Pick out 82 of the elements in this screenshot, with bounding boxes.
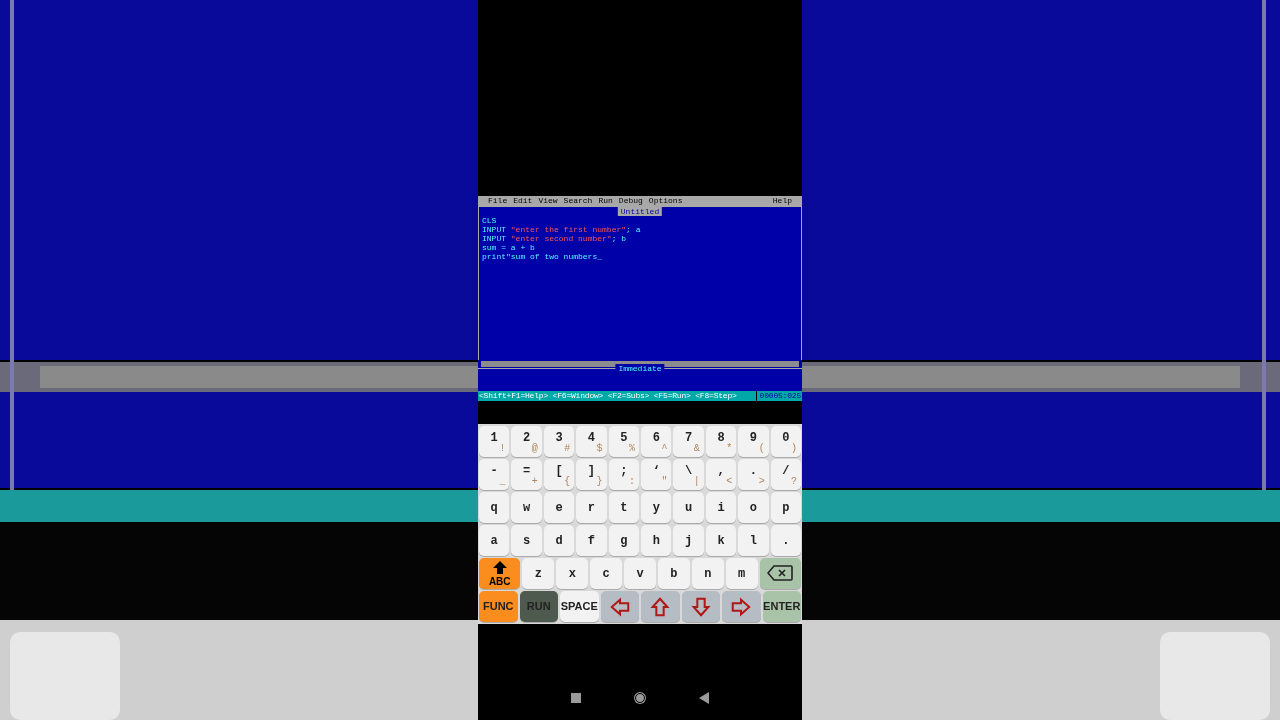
menu-item[interactable]: Search (563, 196, 593, 206)
menu-item[interactable]: Debug (618, 196, 643, 206)
arrow-key[interactable] (641, 591, 680, 622)
key[interactable]: v (624, 558, 656, 589)
key[interactable]: b (657, 558, 690, 589)
key[interactable]: p (770, 492, 802, 523)
key[interactable]: g (608, 525, 640, 556)
key[interactable]: w (511, 492, 542, 523)
key[interactable]: 2 @ (511, 426, 542, 457)
window-title: Untitled (617, 207, 663, 216)
arrow-up-icon (492, 560, 507, 574)
arrow-right-icon (730, 595, 753, 618)
arrow-key[interactable] (600, 591, 639, 622)
key[interactable]: 0 ) (770, 426, 802, 457)
backspace-icon (767, 565, 794, 582)
arrow-down-icon (689, 595, 712, 618)
key[interactable]: ‘ " (641, 459, 672, 490)
cursor-position: 00005:025 (755, 391, 801, 401)
arrow-left-icon (608, 595, 631, 618)
arrow-up-icon (649, 595, 672, 618)
space-key[interactable]: SPACE (560, 591, 599, 622)
key[interactable]: 4 $ (576, 426, 607, 457)
code-line: CLS (482, 216, 497, 225)
code-line: sum = a + b (482, 243, 535, 252)
help-menu[interactable]: Help (772, 196, 792, 206)
key[interactable]: - _ (479, 459, 510, 490)
key[interactable]: q (479, 492, 510, 523)
shift-key[interactable]: ABC (479, 558, 521, 589)
key[interactable]: , < (705, 459, 737, 490)
menu-item[interactable]: File (488, 196, 508, 206)
key[interactable]: ; : (608, 459, 640, 490)
key[interactable]: a (479, 525, 510, 556)
key[interactable]: h (641, 525, 672, 556)
menu-item[interactable]: Options (648, 196, 683, 206)
key[interactable]: 1 ! (479, 426, 510, 457)
key[interactable]: [ { (543, 459, 575, 490)
key[interactable]: j (673, 525, 704, 556)
key[interactable]: . (770, 525, 802, 556)
menu-item[interactable]: View (538, 196, 558, 206)
key[interactable]: l (738, 525, 769, 556)
arrow-key[interactable] (681, 591, 720, 622)
func-key[interactable]: FUNC (479, 591, 518, 622)
key[interactable]: ] } (576, 459, 607, 490)
back-icon[interactable] (699, 692, 709, 704)
key[interactable]: 8 * (705, 426, 737, 457)
key[interactable]: 3 # (543, 426, 575, 457)
key[interactable]: m (725, 558, 758, 589)
code-line: print"sum of two numbers_ (482, 252, 603, 261)
key[interactable]: 9 ( (738, 426, 769, 457)
key[interactable]: d (543, 525, 575, 556)
key[interactable]: i (705, 492, 737, 523)
key[interactable]: o (738, 492, 769, 523)
key[interactable]: x (556, 558, 589, 589)
key[interactable]: 5 % (608, 426, 640, 457)
shortcut-hints: <Shift+F1=Help> <F6=Window> <F2=Subs> <F5=Run> <F8=Step> (479, 391, 737, 401)
enter-key[interactable]: ENTER (762, 591, 801, 622)
key[interactable]: / ? (770, 459, 802, 490)
backspace-key[interactable] (759, 558, 801, 589)
key[interactable]: 6 ^ (641, 426, 672, 457)
home-icon[interactable] (633, 691, 647, 705)
key[interactable]: c (590, 558, 623, 589)
arrow-key[interactable] (722, 591, 761, 622)
menu-item[interactable]: Edit (513, 196, 533, 206)
scrollbar[interactable] (481, 361, 799, 367)
code-line: INPUT "enter second number"; b (482, 234, 627, 243)
key[interactable]: t (608, 492, 640, 523)
key[interactable]: z (522, 558, 555, 589)
key[interactable]: y (641, 492, 672, 523)
key[interactable]: n (691, 558, 724, 589)
key[interactable]: 7 & (673, 426, 704, 457)
pane-title: Immediate (615, 364, 665, 373)
key[interactable]: k (705, 525, 737, 556)
menu-item[interactable]: Run (598, 196, 613, 206)
code-line: INPUT "enter the first number"; a (482, 225, 641, 234)
key[interactable]: u (673, 492, 704, 523)
key[interactable]: \ | (673, 459, 704, 490)
key[interactable]: e (543, 492, 575, 523)
key[interactable]: f (576, 525, 607, 556)
key[interactable]: = + (511, 459, 542, 490)
key[interactable]: s (511, 525, 542, 556)
key[interactable]: r (576, 492, 607, 523)
key[interactable]: . > (738, 459, 769, 490)
